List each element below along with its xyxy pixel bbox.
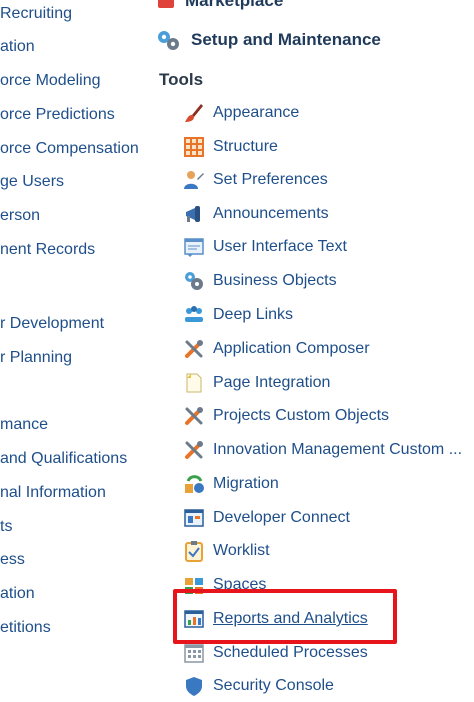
left-nav-item[interactable]: ge Users [0, 172, 64, 192]
left-nav-item-recruiting[interactable]: Recruiting [0, 4, 72, 24]
left-nav-item[interactable]: nal Information [0, 483, 106, 503]
tool-announcements[interactable]: Announcements [183, 201, 329, 227]
gears-icon [155, 28, 183, 52]
marketplace-label: Marketplace [185, 0, 284, 10]
tool-label: Worklist [213, 542, 270, 559]
tool-label: Page Integration [213, 374, 331, 391]
tool-migration[interactable]: Migration [183, 471, 279, 497]
marketplace-icon [155, 0, 177, 15]
left-nav-item[interactable]: orce Modeling [0, 71, 101, 91]
left-nav-item[interactable]: etitions [0, 618, 51, 638]
tool-label: Business Objects [213, 272, 337, 289]
people-link-icon [183, 304, 205, 326]
clipboard-check-icon [183, 540, 205, 562]
left-nav-item[interactable]: erson [0, 206, 40, 226]
tool-structure[interactable]: Structure [183, 134, 278, 160]
left-nav-item[interactable]: orce Predictions [0, 105, 115, 125]
tool-user-interface-text[interactable]: User Interface Text [183, 234, 347, 260]
tool-label: Deep Links [213, 306, 294, 323]
tool-label: Innovation Management Custom ... [213, 441, 463, 458]
tool-deep-links[interactable]: Deep Links [183, 302, 293, 328]
tool-label: Set Preferences [213, 171, 328, 188]
migration-icon [183, 473, 205, 495]
tool-set-preferences[interactable]: Set Preferences [183, 167, 328, 193]
left-nav-item[interactable]: and Qualifications [0, 449, 127, 469]
tool-label: Migration [213, 475, 279, 492]
security-icon [183, 675, 205, 697]
tool-developer-connect[interactable]: Developer Connect [183, 505, 350, 531]
developer-window-icon [183, 507, 205, 529]
left-nav-item[interactable]: ation [0, 37, 35, 57]
grid-icon [183, 136, 205, 158]
navigator-tools-column: Marketplace Setup and Maintenance Tools … [155, 0, 474, 696]
calendar-grid-icon [183, 642, 205, 664]
tool-page-integration[interactable]: Page Integration [183, 370, 330, 396]
user-preferences-icon [183, 169, 205, 191]
tool-label: Appearance [213, 104, 300, 121]
tool-label: Application Composer [213, 340, 370, 357]
left-nav-item[interactable]: r Planning [0, 348, 72, 368]
tool-label: Security Console [213, 677, 334, 694]
left-nav-item[interactable]: nent Records [0, 240, 95, 260]
left-nav-item[interactable]: ess [0, 550, 25, 570]
tools-icon [183, 338, 205, 360]
highlight-box [173, 589, 397, 644]
tool-label: User Interface Text [213, 238, 347, 255]
tool-worklist[interactable]: Worklist [183, 538, 270, 564]
tools-heading: Tools [159, 70, 204, 89]
tool-appearance[interactable]: Appearance [183, 100, 299, 126]
tool-innovation-management-custom[interactable]: Innovation Management Custom ... [183, 437, 462, 463]
left-nav-item[interactable]: r Development [0, 314, 104, 334]
left-nav-item[interactable]: ation [0, 584, 35, 604]
page-icon [183, 372, 205, 394]
tools-icon [183, 405, 205, 427]
left-nav-item[interactable]: ts [0, 517, 12, 537]
tool-security-console[interactable]: Security Console [183, 673, 334, 699]
marketplace-link[interactable]: Marketplace [155, 0, 283, 15]
tools-icon [183, 439, 205, 461]
tool-label: Projects Custom Objects [213, 407, 390, 424]
tool-projects-custom-objects[interactable]: Projects Custom Objects [183, 403, 389, 429]
setup-and-maintenance-link[interactable]: Setup and Maintenance [155, 28, 381, 52]
megaphone-icon [183, 203, 205, 225]
tool-application-composer[interactable]: Application Composer [183, 336, 370, 362]
tool-label: Developer Connect [213, 509, 350, 526]
setup-and-maintenance-label: Setup and Maintenance [191, 30, 381, 49]
gears-icon [183, 270, 205, 292]
text-window-icon [183, 236, 205, 258]
tool-label: Structure [213, 138, 278, 155]
left-nav-item[interactable]: orce Compensation [0, 139, 139, 159]
left-nav-item[interactable]: mance [0, 415, 48, 435]
paintbrush-icon [183, 102, 205, 124]
tool-business-objects[interactable]: Business Objects [183, 268, 337, 294]
left-navigation: Recruiting ation orce Modeling orce Pred… [0, 0, 150, 683]
tool-label: Announcements [213, 205, 329, 222]
tool-label: Scheduled Processes [213, 644, 368, 661]
